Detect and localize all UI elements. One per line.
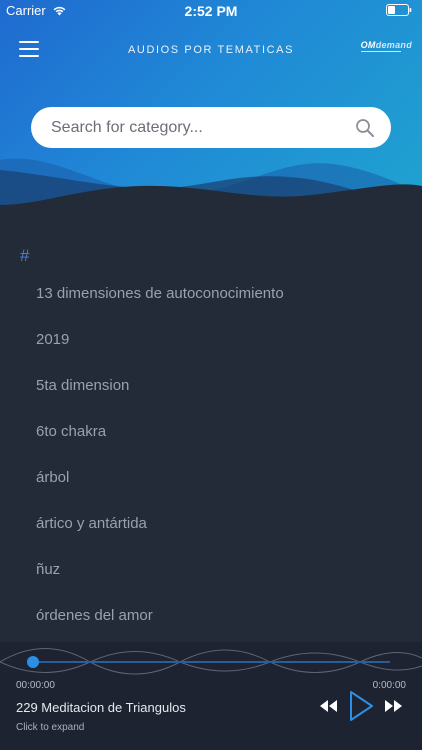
track-title: 229 Meditacion de Triangulos (16, 700, 186, 715)
list-item[interactable]: árbol (36, 469, 69, 486)
list-item[interactable]: ártico y antártida (36, 515, 147, 532)
list-item[interactable]: 5ta dimension (36, 377, 129, 394)
battery-icon (386, 4, 412, 19)
list-item[interactable]: 13 dimensiones de autoconocimiento (36, 285, 284, 302)
search-icon[interactable] (355, 118, 375, 138)
mini-player[interactable]: 00:00:00 0:00:00 229 Meditacion de Trian… (0, 642, 422, 750)
expand-hint[interactable]: Click to expand (16, 722, 84, 733)
elapsed-time: 00:00:00 (16, 680, 55, 691)
search-bar[interactable] (31, 107, 391, 148)
search-input[interactable] (51, 118, 355, 137)
app-logo: OMdemand (360, 40, 412, 52)
list-item[interactable]: órdenes del amor (36, 607, 153, 624)
section-header: # (20, 246, 30, 265)
progress-knob (27, 656, 39, 668)
playback-controls (318, 690, 404, 722)
play-icon[interactable] (348, 690, 374, 722)
category-list: # 13 dimensiones de autoconocimiento 201… (0, 222, 422, 642)
list-item[interactable]: 2019 (36, 331, 69, 348)
progress-waveform[interactable] (0, 642, 422, 678)
list-item[interactable]: ñuz (36, 561, 60, 578)
page-title: AUDIOS POR TEMATICAS (127, 44, 295, 56)
list-item[interactable]: 6to chakra (36, 423, 106, 440)
fast-forward-icon[interactable] (384, 699, 404, 713)
status-bar: Carrier 2:52 PM (0, 0, 422, 22)
status-time: 2:52 PM (184, 3, 238, 19)
rewind-icon[interactable] (318, 699, 338, 713)
